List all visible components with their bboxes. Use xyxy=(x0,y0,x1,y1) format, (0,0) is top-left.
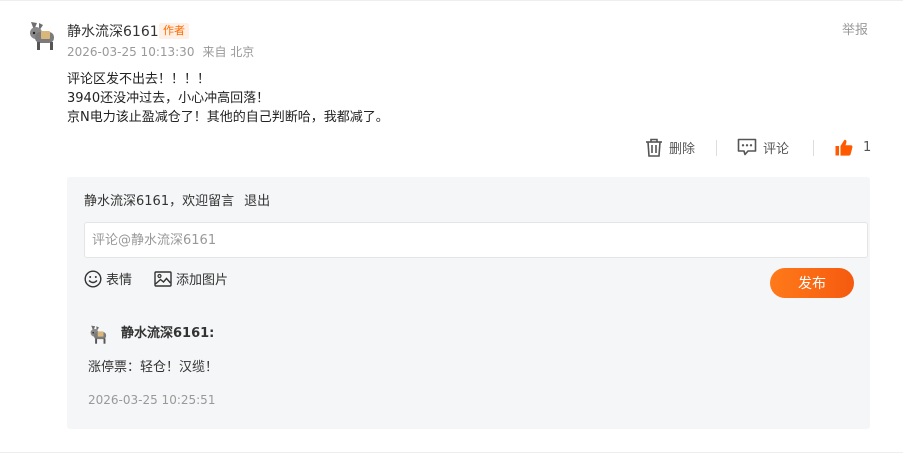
user-avatar[interactable] xyxy=(26,18,60,52)
comment-body: 评论区发不出去！！！！ 3940还没冲过去，小心冲高回落！ 京N电力该止盈减仓了… xyxy=(67,70,389,127)
smiley-icon xyxy=(84,269,102,288)
author-name[interactable]: 静水流深6161 xyxy=(67,22,159,42)
action-divider xyxy=(813,140,814,156)
bottom-divider xyxy=(0,452,903,453)
donkey-avatar-icon xyxy=(90,325,107,344)
comment-meta: 2026-03-25 10:13:30 来自 北京 xyxy=(67,44,254,60)
add-image-button[interactable]: 添加图片 xyxy=(154,269,228,288)
emoji-label: 表情 xyxy=(106,273,133,288)
reply-avatar[interactable] xyxy=(88,323,110,345)
reply-text: 涨停票：轻仓！汉缆！ xyxy=(88,360,219,375)
comment-location: 来自 北京 xyxy=(202,45,255,59)
action-divider xyxy=(716,140,717,156)
comment-line: 评论区发不出去！！！！ xyxy=(67,72,211,87)
add-image-label: 添加图片 xyxy=(176,273,229,288)
thumbs-up-icon xyxy=(835,139,853,156)
top-divider xyxy=(0,0,903,1)
comment-line: 3940还没冲过去，小心冲高回落！ xyxy=(67,91,270,106)
delete-label: 删除 xyxy=(669,141,696,157)
comment-time: 2026-03-25 10:13:30 xyxy=(67,45,195,59)
logout-link[interactable]: 退出 xyxy=(244,194,270,209)
image-icon xyxy=(154,270,172,287)
comment-input[interactable] xyxy=(84,222,868,258)
reply-label: 评论 xyxy=(763,141,790,157)
emoji-button[interactable]: 表情 xyxy=(84,269,132,288)
reply-panel: 静水流深6161，欢迎留言退出 表情 添加图片 发布 xyxy=(67,177,870,429)
trash-icon xyxy=(646,138,662,157)
comment-icon xyxy=(737,138,757,156)
reply-button[interactable]: 评论 xyxy=(737,135,789,159)
publish-button[interactable]: 发布 xyxy=(770,268,854,298)
reply-author[interactable]: 静水流深6161: xyxy=(121,325,214,343)
like-button[interactable]: 1 xyxy=(835,135,871,159)
donkey-avatar-icon xyxy=(26,18,60,52)
reply-time: 2026-03-25 10:25:51 xyxy=(88,393,216,407)
delete-button[interactable]: 删除 xyxy=(645,135,695,159)
like-count: 1 xyxy=(863,139,872,155)
welcome-line: 静水流深6161，欢迎留言 退出 xyxy=(84,193,270,211)
report-link[interactable]: 举报 xyxy=(842,22,868,40)
comment-line: 京N电力该止盈减仓了！其他的自己判断哈，我都减了。 xyxy=(67,110,389,125)
welcome-text: 静水流深6161，欢迎留言 xyxy=(84,194,235,209)
author-badge: 作者 xyxy=(159,23,189,39)
